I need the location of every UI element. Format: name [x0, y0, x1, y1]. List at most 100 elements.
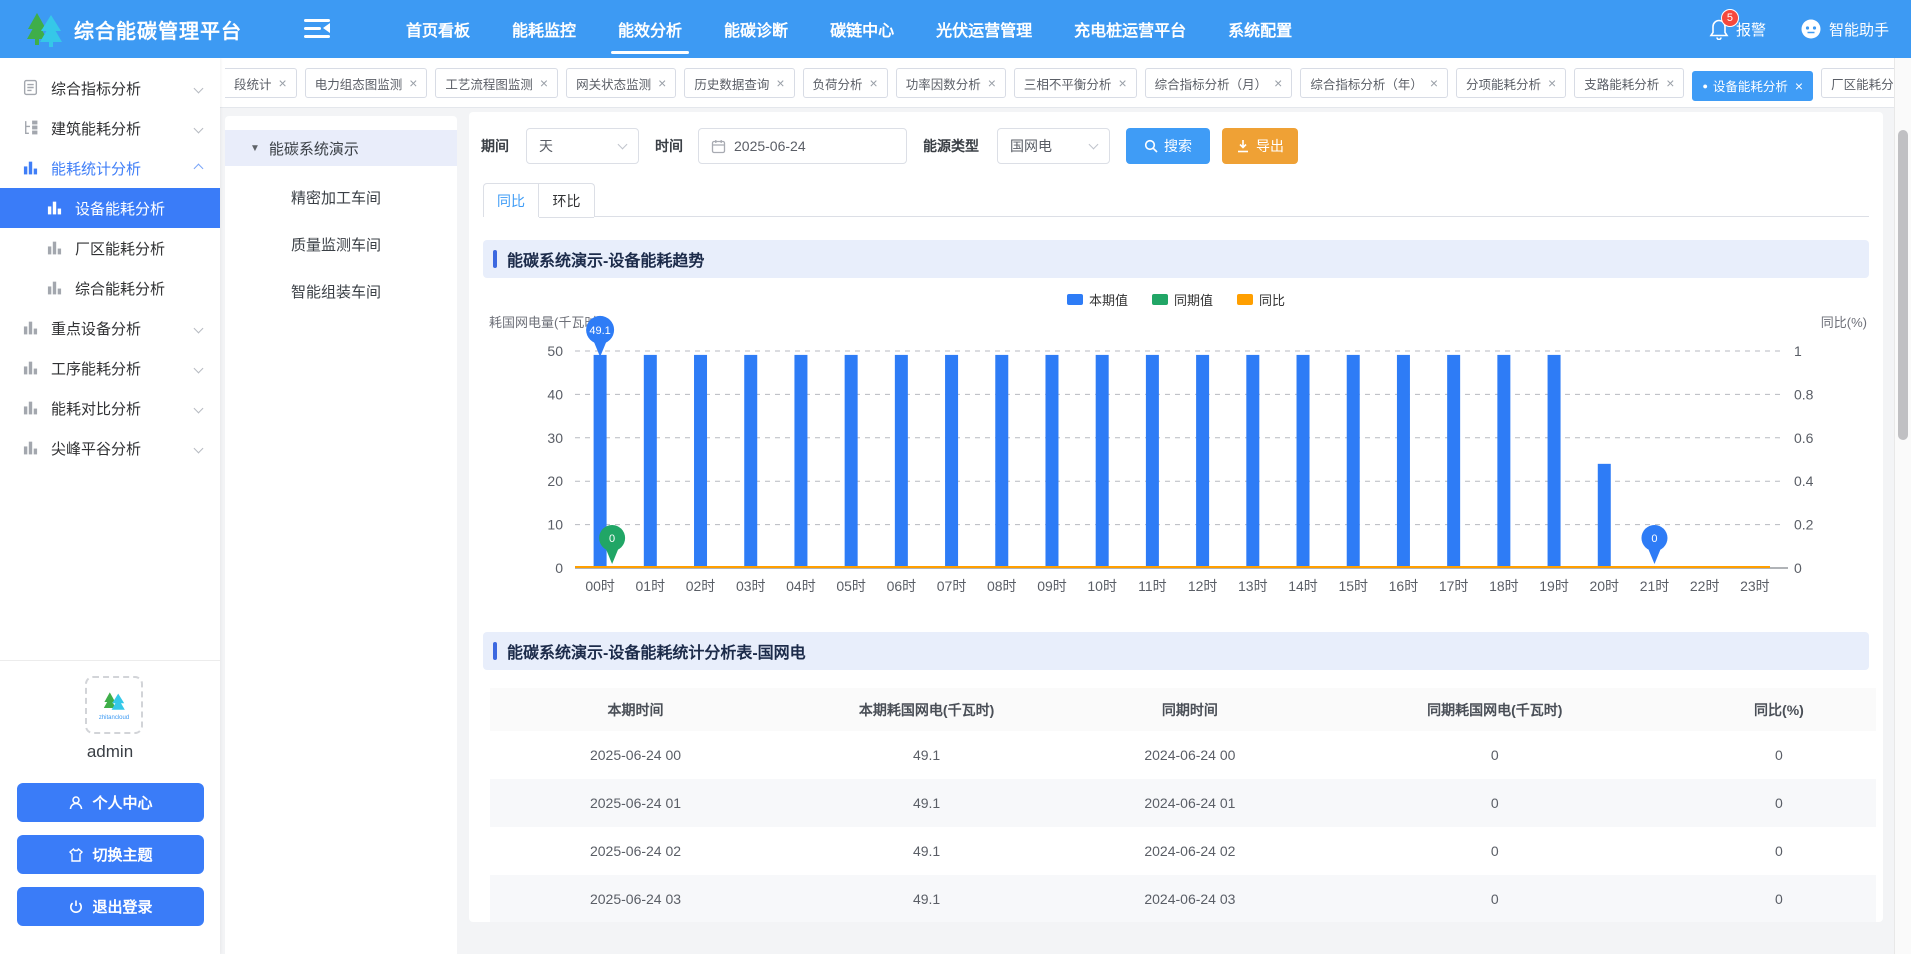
sidebar-item-综合能耗分析[interactable]: 综合能耗分析	[0, 268, 220, 308]
header-accent-bar	[493, 642, 497, 660]
nav-item-光伏运营管理[interactable]: 光伏运营管理	[915, 0, 1053, 58]
close-tab-icon[interactable]: ×	[1548, 76, 1556, 90]
close-tab-icon[interactable]: ×	[540, 76, 548, 90]
sidebar-item-设备能耗分析[interactable]: 设备能耗分析	[0, 188, 220, 228]
nav-item-能碳诊断[interactable]: 能碳诊断	[703, 0, 809, 58]
svg-text:01时: 01时	[636, 578, 666, 594]
sidebar-item-厂区能耗分析[interactable]: 厂区能耗分析	[0, 228, 220, 268]
avatar[interactable]: zhitancloud	[85, 676, 143, 734]
open-tab-网关状态监测[interactable]: 网关状态监测×	[566, 68, 676, 98]
svg-text:12时: 12时	[1188, 578, 1218, 594]
assistant-button[interactable]: 智能助手	[1800, 18, 1889, 40]
tab-huanbi[interactable]: 环比	[539, 183, 595, 217]
table-row: 2025-06-24 0149.12024-06-24 0100	[490, 779, 1876, 827]
switch-theme-button[interactable]: 切换主题	[17, 835, 204, 874]
nav-item-碳链中心[interactable]: 碳链中心	[809, 0, 915, 58]
nav-item-能耗监控[interactable]: 能耗监控	[491, 0, 597, 58]
date-input[interactable]: 2025-06-24	[698, 128, 907, 164]
sidebar-item-能耗统计分析[interactable]: 能耗统计分析	[0, 148, 220, 188]
tab-tongbi[interactable]: 同比	[483, 183, 539, 217]
sidebar-item-尖峰平谷分析[interactable]: 尖峰平谷分析	[0, 428, 220, 468]
table-cell: 0	[1308, 747, 1682, 763]
logout-button[interactable]: 退出登录	[17, 887, 204, 926]
open-tab-历史数据查询[interactable]: 历史数据查询×	[684, 68, 794, 98]
export-button[interactable]: 导出	[1222, 128, 1298, 164]
sidebar-item-建筑能耗分析[interactable]: 建筑能耗分析	[0, 108, 220, 148]
open-tab-工艺流程图监测[interactable]: 工艺流程图监测×	[435, 68, 558, 98]
bars-icon	[22, 439, 40, 457]
energy-type-select[interactable]: 国网电	[997, 128, 1110, 164]
column-header: 同比(%)	[1682, 700, 1876, 720]
open-tab-电力组态图监测[interactable]: 电力组态图监测×	[305, 68, 428, 98]
nav-item-能效分析[interactable]: 能效分析	[597, 0, 703, 58]
tree-item-质量监测车间[interactable]: 质量监测车间	[225, 221, 457, 268]
svg-text:05时: 05时	[836, 578, 866, 594]
close-tab-icon[interactable]: ×	[1274, 76, 1282, 90]
close-tab-icon[interactable]: ×	[988, 76, 996, 90]
sidebar-item-工序能耗分析[interactable]: 工序能耗分析	[0, 348, 220, 388]
open-tab-三相不平衡分析[interactable]: 三相不平衡分析×	[1014, 68, 1137, 98]
sidebar-collapse-icon[interactable]	[304, 18, 330, 40]
open-tab-分项能耗分析[interactable]: 分项能耗分析×	[1456, 68, 1566, 98]
svg-text:0.8: 0.8	[1794, 386, 1814, 402]
open-tab-功率因数分析[interactable]: 功率因数分析×	[896, 68, 1006, 98]
close-tab-icon[interactable]: ×	[776, 76, 784, 90]
nav-item-系统配置[interactable]: 系统配置	[1207, 0, 1313, 58]
bars-icon	[22, 319, 40, 337]
switch-theme-button-label: 切换主题	[92, 844, 152, 865]
sidebar-item-label: 能耗统计分析	[51, 158, 141, 179]
logout-button-label: 退出登录	[92, 896, 152, 917]
tree-item-精密加工车间[interactable]: 精密加工车间	[225, 174, 457, 221]
chart-panel-title: 能碳系统演示-设备能耗趋势	[507, 247, 704, 271]
svg-text:13时: 13时	[1238, 578, 1268, 594]
chevron-down-icon	[618, 140, 628, 150]
period-label: 期间	[481, 128, 509, 164]
sidebar-item-label: 建筑能耗分析	[51, 118, 141, 139]
page-scrollbar-thumb[interactable]	[1898, 130, 1908, 440]
sidebar-item-label: 能耗对比分析	[51, 398, 141, 419]
close-tab-icon[interactable]: ×	[658, 76, 666, 90]
avatar-caption: zhitancloud	[99, 715, 129, 721]
sidebar-item-综合指标分析[interactable]: 综合指标分析	[0, 68, 220, 108]
close-tab-icon[interactable]: ×	[870, 76, 878, 90]
close-tab-icon[interactable]: ×	[1666, 76, 1674, 90]
svg-text:40: 40	[547, 386, 563, 402]
chevron-down-icon	[194, 83, 204, 93]
tree-root-node[interactable]: ▼ 能碳系统演示	[225, 130, 457, 166]
open-tab-综合指标分析（月）[interactable]: 综合指标分析（月）×	[1145, 68, 1293, 98]
open-tab-综合指标分析（年）[interactable]: 综合指标分析（年）×	[1300, 68, 1448, 98]
open-tab-支路能耗分析[interactable]: 支路能耗分析×	[1574, 68, 1684, 98]
profile-button[interactable]: 个人中心	[17, 783, 204, 822]
period-select[interactable]: 天	[526, 128, 639, 164]
open-tab-负荷分析[interactable]: 负荷分析 ×	[803, 68, 888, 98]
sidebar-item-label: 综合指标分析	[51, 78, 141, 99]
sidebar-item-能耗对比分析[interactable]: 能耗对比分析	[0, 388, 220, 428]
search-button[interactable]: 搜索	[1126, 128, 1210, 164]
open-tab-label: 负荷分析	[813, 74, 863, 93]
svg-text:0: 0	[1651, 533, 1657, 545]
nav-item-充电桩运营平台[interactable]: 充电桩运营平台	[1053, 0, 1207, 58]
tree-item-智能组装车间[interactable]: 智能组装车间	[225, 268, 457, 315]
close-tab-icon[interactable]: ×	[1430, 76, 1438, 90]
open-tab-设备能耗分析[interactable]: ●设备能耗分析×	[1692, 71, 1813, 101]
sidebar-item-重点设备分析[interactable]: 重点设备分析	[0, 308, 220, 348]
svg-text:22时: 22时	[1690, 578, 1720, 594]
svg-text:17时: 17时	[1439, 578, 1469, 594]
open-tab-厂区能耗分析[interactable]: 厂区能耗分析×	[1821, 68, 1894, 98]
chevron-down-icon	[194, 123, 204, 133]
nav-item-首页看板[interactable]: 首页看板	[385, 0, 491, 58]
open-tab-段统计[interactable]: 段统计×	[225, 68, 297, 98]
open-tab-label: 设备能耗分析	[1713, 76, 1788, 95]
svg-text:10: 10	[547, 517, 563, 533]
table-cell: 49.1	[781, 891, 1072, 907]
alarm-button[interactable]: 5 报警	[1709, 18, 1766, 40]
view-tabs-divider	[483, 216, 1869, 217]
table-cell: 2024-06-24 02	[1072, 843, 1308, 859]
chevron-down-icon	[194, 363, 204, 373]
close-tab-icon[interactable]: ×	[279, 76, 287, 90]
close-tab-icon[interactable]: ×	[1795, 79, 1803, 93]
table-row: 2025-06-24 0049.12024-06-24 0000	[490, 731, 1876, 779]
close-tab-icon[interactable]: ×	[409, 76, 417, 90]
svg-text:19时: 19时	[1539, 578, 1569, 594]
close-tab-icon[interactable]: ×	[1118, 76, 1126, 90]
